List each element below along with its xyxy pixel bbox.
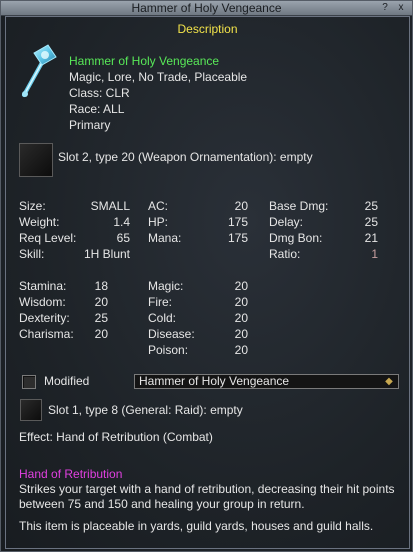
magic-value: 20 [234, 279, 248, 293]
hp-value: 175 [227, 215, 248, 229]
dmgbon-value: 21 [364, 231, 378, 245]
reqlevel-label: Req Level: [19, 231, 77, 245]
magic-label: Magic: [148, 279, 184, 293]
weight-value: 1.4 [113, 215, 130, 229]
weight-label: Weight: [19, 215, 60, 229]
ratio-value: 1 [371, 247, 378, 261]
title-bar[interactable]: Hammer of Holy Vengeance ? x [1, 1, 412, 16]
item-class: Class: CLR [69, 86, 130, 100]
effect-text: Effect: Hand of Retribution (Combat) [19, 430, 213, 444]
modified-select-value: Hammer of Holy Vengeance [139, 374, 290, 388]
dmgbon-label: Dmg Bon: [269, 231, 323, 245]
dexterity-label: Dexterity: [19, 311, 70, 325]
dexterity-value: 25 [94, 311, 108, 325]
wisdom-label: Wisdom: [19, 295, 66, 309]
item-flags: Magic, Lore, No Trade, Placeable [69, 70, 248, 84]
help-button[interactable]: ? [379, 2, 391, 13]
delay-value: 25 [364, 215, 378, 229]
item-race: Race: ALL [69, 102, 125, 116]
window-title: Hammer of Holy Vengeance [131, 1, 282, 15]
ornament-slot-text: Slot 2, type 20 (Weapon Ornamentation): … [58, 150, 313, 164]
spell-description: Strikes your target with a hand of retri… [19, 482, 395, 511]
item-display-window: Hammer of Holy Vengeance ? x Description [0, 0, 413, 552]
ac-label: AC: [148, 199, 169, 213]
size-value: SMALL [90, 199, 130, 213]
charisma-value: 20 [94, 327, 108, 341]
ratio-label: Ratio: [269, 247, 301, 261]
stamina-label: Stamina: [19, 279, 67, 293]
modified-select[interactable]: Hammer of Holy Vengeance ◆ [134, 374, 399, 389]
close-button[interactable]: x [395, 2, 407, 13]
ac-value: 20 [234, 199, 248, 213]
modified-label: Modified [44, 374, 90, 388]
description-header: Description [177, 22, 238, 36]
item-slot: Primary [69, 118, 111, 132]
basedmg-value: 25 [364, 199, 378, 213]
fire-label: Fire: [148, 295, 172, 309]
poison-value: 20 [234, 343, 248, 357]
reqlevel-value: 65 [116, 231, 130, 245]
fire-value: 20 [234, 295, 248, 309]
ornament-slot-icon[interactable] [19, 143, 53, 177]
placeable-note: This item is placeable in yards, guild y… [19, 519, 374, 533]
cold-label: Cold: [148, 311, 177, 325]
charisma-label: Charisma: [19, 327, 74, 341]
poison-label: Poison: [148, 343, 189, 357]
disease-value: 20 [234, 327, 248, 341]
wisdom-value: 20 [94, 295, 108, 309]
mana-label: Mana: [148, 231, 182, 245]
hammer-icon [18, 43, 58, 99]
delay-label: Delay: [269, 215, 304, 229]
cold-value: 20 [234, 311, 248, 325]
skill-value: 1H Blunt [83, 247, 130, 261]
dropdown-arrow-icon[interactable]: ◆ [383, 376, 395, 387]
mana-value: 175 [227, 231, 248, 245]
basedmg-label: Base Dmg: [269, 199, 329, 213]
spell-name: Hand of Retribution [19, 467, 123, 481]
aug-slot-text: Slot 1, type 8 (General: Raid): empty [48, 403, 243, 417]
item-name: Hammer of Holy Vengeance [69, 54, 220, 68]
modified-checkbox[interactable] [22, 375, 36, 389]
size-label: Size: [19, 199, 46, 213]
hp-label: HP: [148, 215, 169, 229]
description-panel: Description Hammer of Holy Vengeance Mag… [5, 16, 410, 549]
stamina-value: 18 [94, 279, 108, 293]
aug-slot-icon[interactable] [20, 399, 42, 421]
disease-label: Disease: [148, 327, 195, 341]
skill-label: Skill: [19, 247, 45, 261]
